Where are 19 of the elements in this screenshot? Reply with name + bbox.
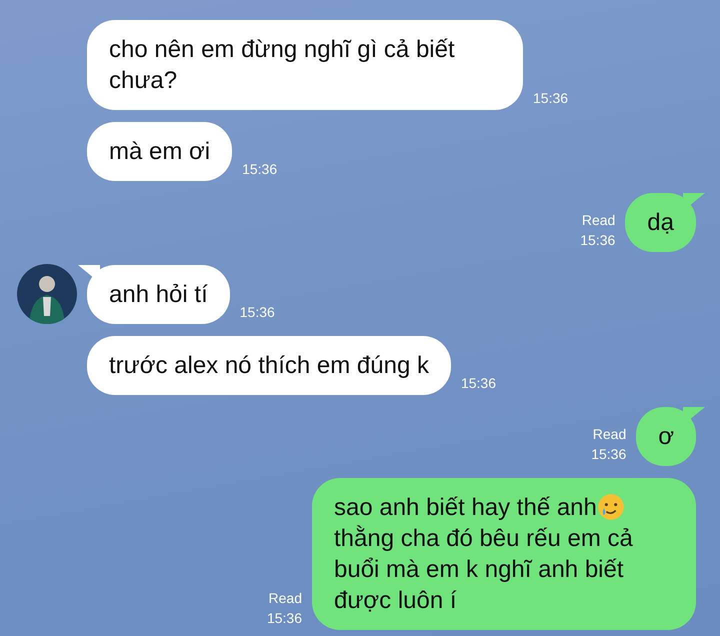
message-text: mà em ơi bbox=[109, 138, 210, 165]
message-time: 15:36 bbox=[242, 160, 278, 179]
message-text: trước alex nó thích em đúng k bbox=[109, 352, 429, 379]
message-text: dạ bbox=[647, 209, 674, 236]
message-time: 15:36 bbox=[533, 89, 568, 108]
message-text: thằng cha đó bêu rếu em cả buổi mà em k nghĩ anh biết được luôn í bbox=[334, 525, 633, 614]
message-time: 15:36 bbox=[266, 609, 302, 628]
read-receipt: Read bbox=[582, 211, 616, 230]
read-receipt: Read bbox=[268, 589, 302, 608]
message-time: 15:36 bbox=[240, 303, 275, 322]
message-text: sao anh biết hay thế anh bbox=[334, 494, 597, 521]
message-time: 15:36 bbox=[460, 374, 496, 393]
message-text: cho nên em đừng nghĩ gì cả biết chưa? bbox=[109, 36, 455, 94]
crying-face-icon bbox=[596, 493, 625, 521]
message-text: anh hỏi tí bbox=[109, 281, 208, 308]
read-receipt: Read bbox=[592, 425, 626, 444]
message-time: 15:36 bbox=[591, 445, 626, 464]
message-time: 15:36 bbox=[580, 231, 616, 250]
message-text: ơ bbox=[658, 423, 674, 450]
